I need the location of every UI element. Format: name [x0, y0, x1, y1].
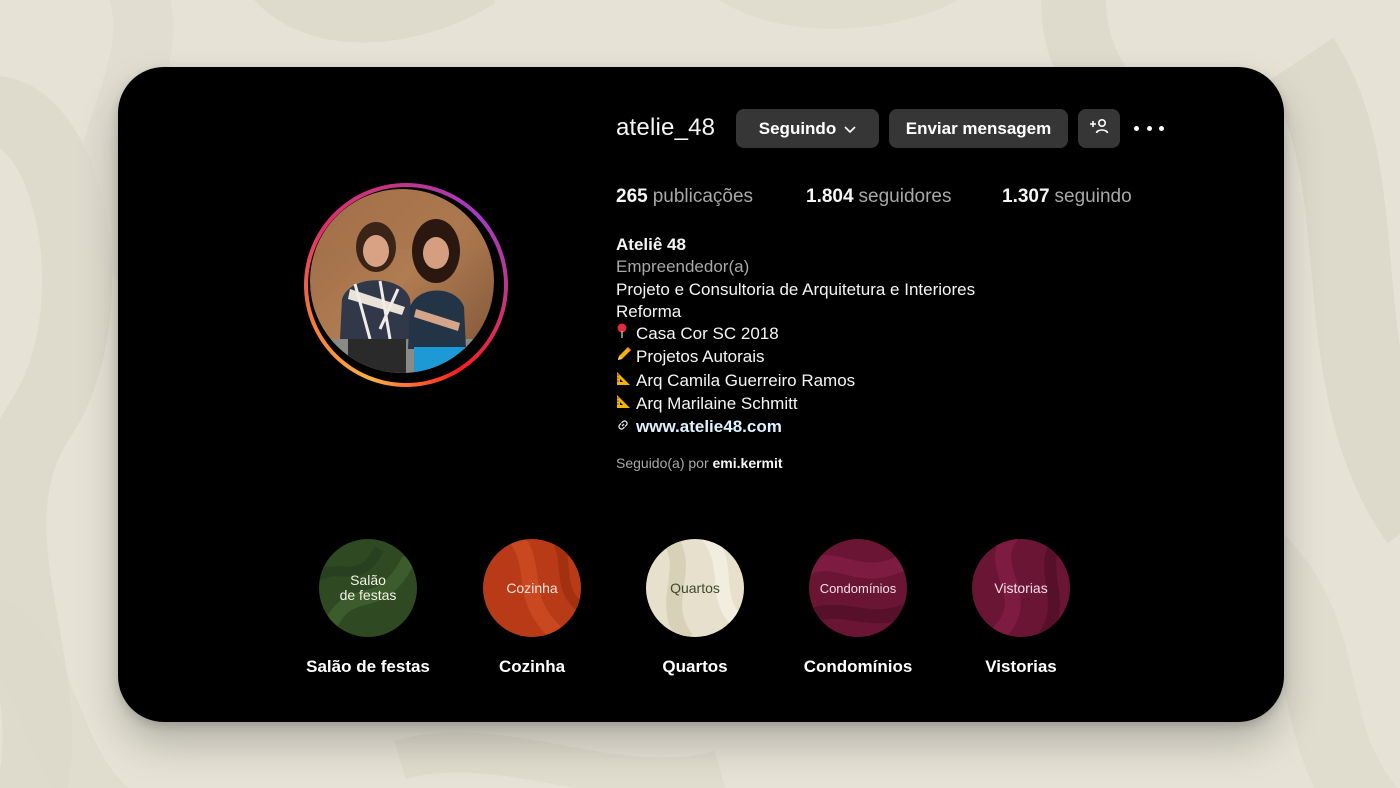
followers-count: 1.804	[806, 186, 854, 207]
add-user-icon	[1089, 118, 1109, 139]
bio-line: Projeto e Consultoria de Arquitetura e I…	[616, 279, 976, 299]
bio-line: Arq Camila Guerreiro Ramos	[616, 370, 975, 393]
bio-line: Reforma	[616, 301, 682, 321]
followed-by-user[interactable]: emi.kermit	[713, 455, 783, 471]
highlight-label: Condomínios	[803, 657, 913, 676]
chevron-down-icon	[844, 119, 856, 139]
highlight-cover: Quartos	[646, 539, 744, 637]
following-button[interactable]: Seguindo	[736, 109, 879, 148]
highlight-cover: Cozinha	[483, 539, 581, 637]
send-message-label: Enviar mensagem	[905, 118, 1052, 138]
highlight-cover-text: Vistorias	[994, 579, 1048, 596]
highlight-cover: Vistorias	[972, 539, 1070, 637]
highlight-cover-text: Salão de festas	[339, 572, 397, 603]
pin-icon	[616, 323, 636, 346]
highlight-item[interactable]: Salão de festas Salão de festas	[298, 539, 438, 677]
posts-label: publicações	[652, 186, 754, 207]
more-options-icon[interactable]	[1134, 119, 1164, 137]
bio-line-text: Projetos Autorais	[636, 347, 765, 367]
ruler-icon	[616, 393, 636, 416]
bio-line-text: Casa Cor SC 2018	[636, 324, 779, 344]
bio-line-text: Arq Camila Guerreiro Ramos	[636, 370, 856, 390]
highlight-item[interactable]: Quartos Quartos	[625, 539, 765, 677]
pencil-icon	[616, 346, 636, 369]
following-count: 1.307	[1002, 186, 1050, 207]
bio-line: Projetos Autorais	[616, 346, 975, 369]
avatar-photo	[310, 189, 494, 373]
bio-link-row: www.atelie48.com	[616, 416, 975, 439]
website-link[interactable]: www.atelie48.com	[636, 417, 782, 436]
profile-bio: Ateliê 48 Empreendedor(a) Projeto e Cons…	[616, 234, 975, 440]
send-message-button[interactable]: Enviar mensagem	[889, 109, 1068, 148]
profile-display-name: Ateliê 48	[616, 235, 686, 254]
posts-stat[interactable]: 265 publicações	[616, 186, 753, 208]
highlight-label: Cozinha	[498, 657, 566, 676]
bio-line-text: Arq Marilaine Schmitt	[636, 394, 798, 414]
profile-card: atelie_48 Seguindo Enviar mensagem 265 pu…	[118, 67, 1284, 722]
followed-by-prefix: Seguido(a) por	[616, 455, 709, 471]
bio-line: Arq Marilaine Schmitt	[616, 393, 975, 416]
highlight-cover: Condomínios	[809, 539, 907, 637]
followers-stat[interactable]: 1.804 seguidores	[806, 186, 952, 208]
following-button-label: Seguindo	[758, 118, 837, 138]
highlight-item[interactable]: Condomínios Condomínios	[788, 539, 928, 677]
highlight-cover-text: Quartos	[670, 579, 720, 596]
highlight-label: Salão de festas	[306, 657, 430, 676]
followed-by[interactable]: Seguido(a) por emi.kermit	[616, 455, 783, 471]
highlight-item[interactable]: Vistorias Vistorias	[951, 539, 1091, 677]
following-label: seguindo	[1054, 186, 1132, 207]
highlight-cover-text: Condomínios	[819, 580, 897, 596]
followers-label: seguidores	[858, 186, 952, 207]
highlight-cover: Salão de festas	[319, 539, 417, 637]
ruler-icon	[616, 370, 636, 393]
profile-username: atelie_48	[616, 114, 716, 141]
highlight-label: Quartos	[662, 657, 728, 676]
highlight-label: Vistorias	[985, 657, 1057, 676]
profile-avatar[interactable]	[304, 183, 508, 387]
link-icon	[616, 417, 636, 439]
posts-count: 265	[616, 186, 648, 207]
highlight-item[interactable]: Cozinha Cozinha	[462, 539, 602, 677]
bio-line: Casa Cor SC 2018	[616, 323, 975, 346]
following-stat[interactable]: 1.307 seguindo	[1002, 186, 1132, 208]
highlight-cover-text: Cozinha	[506, 579, 558, 596]
profile-category: Empreendedor(a)	[616, 257, 750, 277]
suggested-users-button[interactable]	[1078, 109, 1120, 148]
